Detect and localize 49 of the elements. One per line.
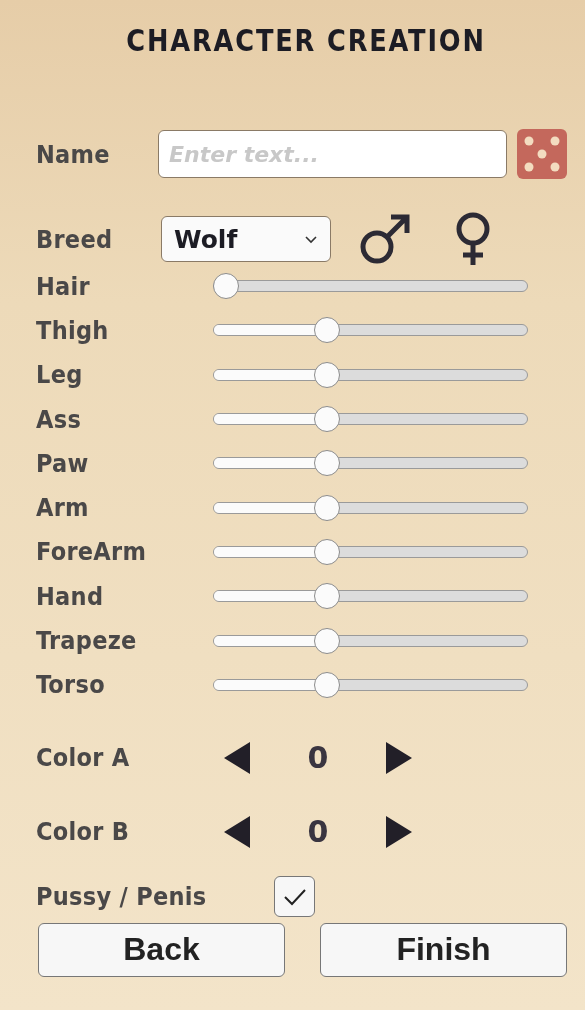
- male-symbol-icon[interactable]: [359, 213, 413, 265]
- right-arrow-icon[interactable]: [384, 813, 412, 850]
- slider-track[interactable]: [213, 538, 528, 565]
- slider-thumb[interactable]: [314, 450, 341, 477]
- slider-label: Arm: [36, 493, 90, 523]
- slider-thumb[interactable]: [314, 361, 341, 388]
- slider-thumb[interactable]: [314, 406, 341, 433]
- slider-label: Trapeze: [36, 626, 138, 655]
- slider-label: Hair: [36, 271, 91, 301]
- left-arrow-icon[interactable]: [224, 813, 252, 850]
- slider-thumb[interactable]: [314, 627, 341, 654]
- dice-icon[interactable]: [517, 129, 567, 179]
- color-value: 0: [306, 814, 330, 850]
- slider-label: ForeArm: [36, 537, 148, 567]
- slider-thumb[interactable]: [314, 538, 341, 565]
- slider-track[interactable]: [213, 671, 528, 698]
- slider-label: Torso: [36, 670, 106, 700]
- slider-track[interactable]: [213, 583, 528, 610]
- right-arrow-icon[interactable]: [384, 739, 412, 776]
- checkmark-icon: [283, 887, 306, 906]
- back-button[interactable]: Back: [38, 922, 285, 977]
- left-arrow-icon[interactable]: [224, 739, 252, 776]
- slider-label: Paw: [36, 448, 90, 478]
- slider-track[interactable]: [213, 317, 528, 344]
- slider-thumb[interactable]: [314, 317, 341, 344]
- slider-thumb[interactable]: [213, 273, 239, 300]
- name-label: Name: [36, 139, 111, 169]
- chevron-icon: [304, 234, 318, 244]
- slider-track[interactable]: [213, 494, 528, 521]
- finish-button[interactable]: Finish: [320, 922, 567, 977]
- color-value: 0: [306, 740, 330, 776]
- slider-label: Ass: [36, 404, 83, 434]
- slider-label: Leg: [36, 360, 84, 390]
- breed-dropdown[interactable]: Wolf: [161, 216, 331, 262]
- slider-track[interactable]: [213, 450, 528, 477]
- color-label: Color B: [36, 817, 131, 847]
- slider-label: Thigh: [36, 315, 110, 345]
- slider-thumb[interactable]: [314, 671, 341, 698]
- slider-track[interactable]: [213, 406, 528, 433]
- slider-label: Hand: [36, 581, 105, 611]
- checkbox-label: Pussy / Penis: [36, 882, 208, 912]
- color-label: Color A: [36, 743, 131, 773]
- slider-thumb[interactable]: [314, 583, 341, 610]
- slider-track[interactable]: [213, 627, 528, 654]
- checkbox[interactable]: [274, 876, 315, 918]
- slider-track[interactable]: [213, 273, 528, 300]
- slider-track[interactable]: [213, 361, 528, 388]
- slider-thumb[interactable]: [314, 494, 341, 521]
- screen-title: CHARACTER CREATION: [125, 22, 486, 58]
